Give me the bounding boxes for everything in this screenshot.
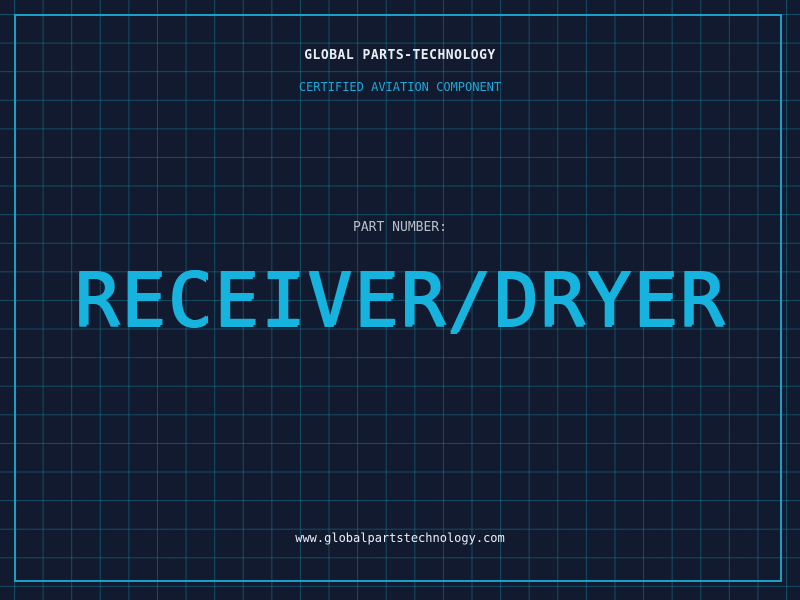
certification-tagline: CERTIFIED AVIATION COMPONENT [298, 80, 502, 94]
part-name: RECEIVER/DRYER [74, 257, 726, 343]
part-card: GLOBAL PARTS-TECHNOLOGY CERTIFIED AVIATI… [0, 0, 800, 600]
company-name: GLOBAL PARTS-TECHNOLOGY [304, 48, 496, 63]
website-url: www.globalpartstechnology.com [295, 531, 505, 545]
part-number-label: PART NUMBER: [353, 220, 447, 235]
